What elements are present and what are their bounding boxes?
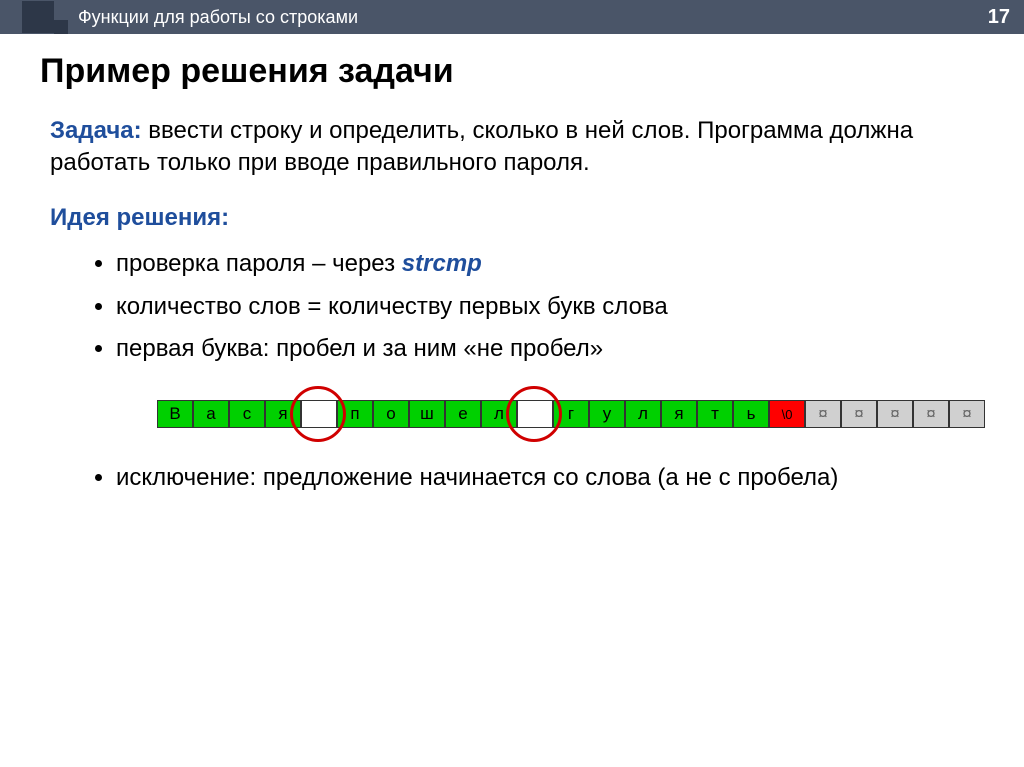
- bullet-text: проверка пароля – через: [116, 250, 402, 277]
- header-decoration: [0, 0, 68, 34]
- string-cell: В: [157, 400, 193, 428]
- bullet-item: проверка пароля – через strcmp: [116, 244, 984, 285]
- string-cell: я: [661, 400, 697, 428]
- highlight-circle: [506, 386, 562, 442]
- bullet-text: количество слов = количеству первых букв…: [116, 293, 668, 320]
- bullet-text: исключение: предложение начинается со сл…: [116, 464, 838, 491]
- string-cell: ¤: [949, 400, 985, 428]
- bullet-item: количество слов = количеству первых букв…: [116, 287, 984, 328]
- page-number: 17: [988, 6, 1010, 29]
- idea-bullets: проверка пароля – через strcmp количеств…: [116, 244, 984, 370]
- string-cell: е: [445, 400, 481, 428]
- idea-label: Идея решения:: [50, 204, 984, 232]
- string-cell: с: [229, 400, 265, 428]
- string-cell: ¤: [877, 400, 913, 428]
- task-block: Задача: ввести строку и определить, скол…: [50, 115, 984, 180]
- string-cells-diagram: Васяпошелгулять\0¤¤¤¤¤: [110, 386, 984, 442]
- main-title: Пример решения задачи: [40, 52, 984, 91]
- task-label: Задача:: [50, 117, 142, 144]
- header-title: Функции для работы со строками: [78, 7, 358, 28]
- highlight-circle: [290, 386, 346, 442]
- bullet-item: исключение: предложение начинается со сл…: [116, 458, 984, 499]
- slide-content: Пример решения задачи Задача: ввести стр…: [0, 34, 1024, 499]
- strcmp-keyword: strcmp: [402, 250, 482, 277]
- string-cell: \0: [769, 400, 805, 428]
- string-cell: ¤: [841, 400, 877, 428]
- cells-row: Васяпошелгулять\0¤¤¤¤¤: [157, 400, 985, 428]
- string-cell: ш: [409, 400, 445, 428]
- string-cell: л: [625, 400, 661, 428]
- string-cell: у: [589, 400, 625, 428]
- bullet-text: первая буква: пробел и за ним «не пробел…: [116, 335, 603, 362]
- bullet-item: первая буква: пробел и за ним «не пробел…: [116, 329, 984, 370]
- string-cell: ь: [733, 400, 769, 428]
- string-cell: т: [697, 400, 733, 428]
- string-cell: ¤: [805, 400, 841, 428]
- idea-bullets-after: исключение: предложение начинается со сл…: [116, 458, 984, 499]
- task-text: ввести строку и определить, сколько в не…: [50, 117, 913, 176]
- header-bar: Функции для работы со строками 17: [0, 0, 1024, 34]
- string-cell: ¤: [913, 400, 949, 428]
- string-cell: о: [373, 400, 409, 428]
- string-cell: а: [193, 400, 229, 428]
